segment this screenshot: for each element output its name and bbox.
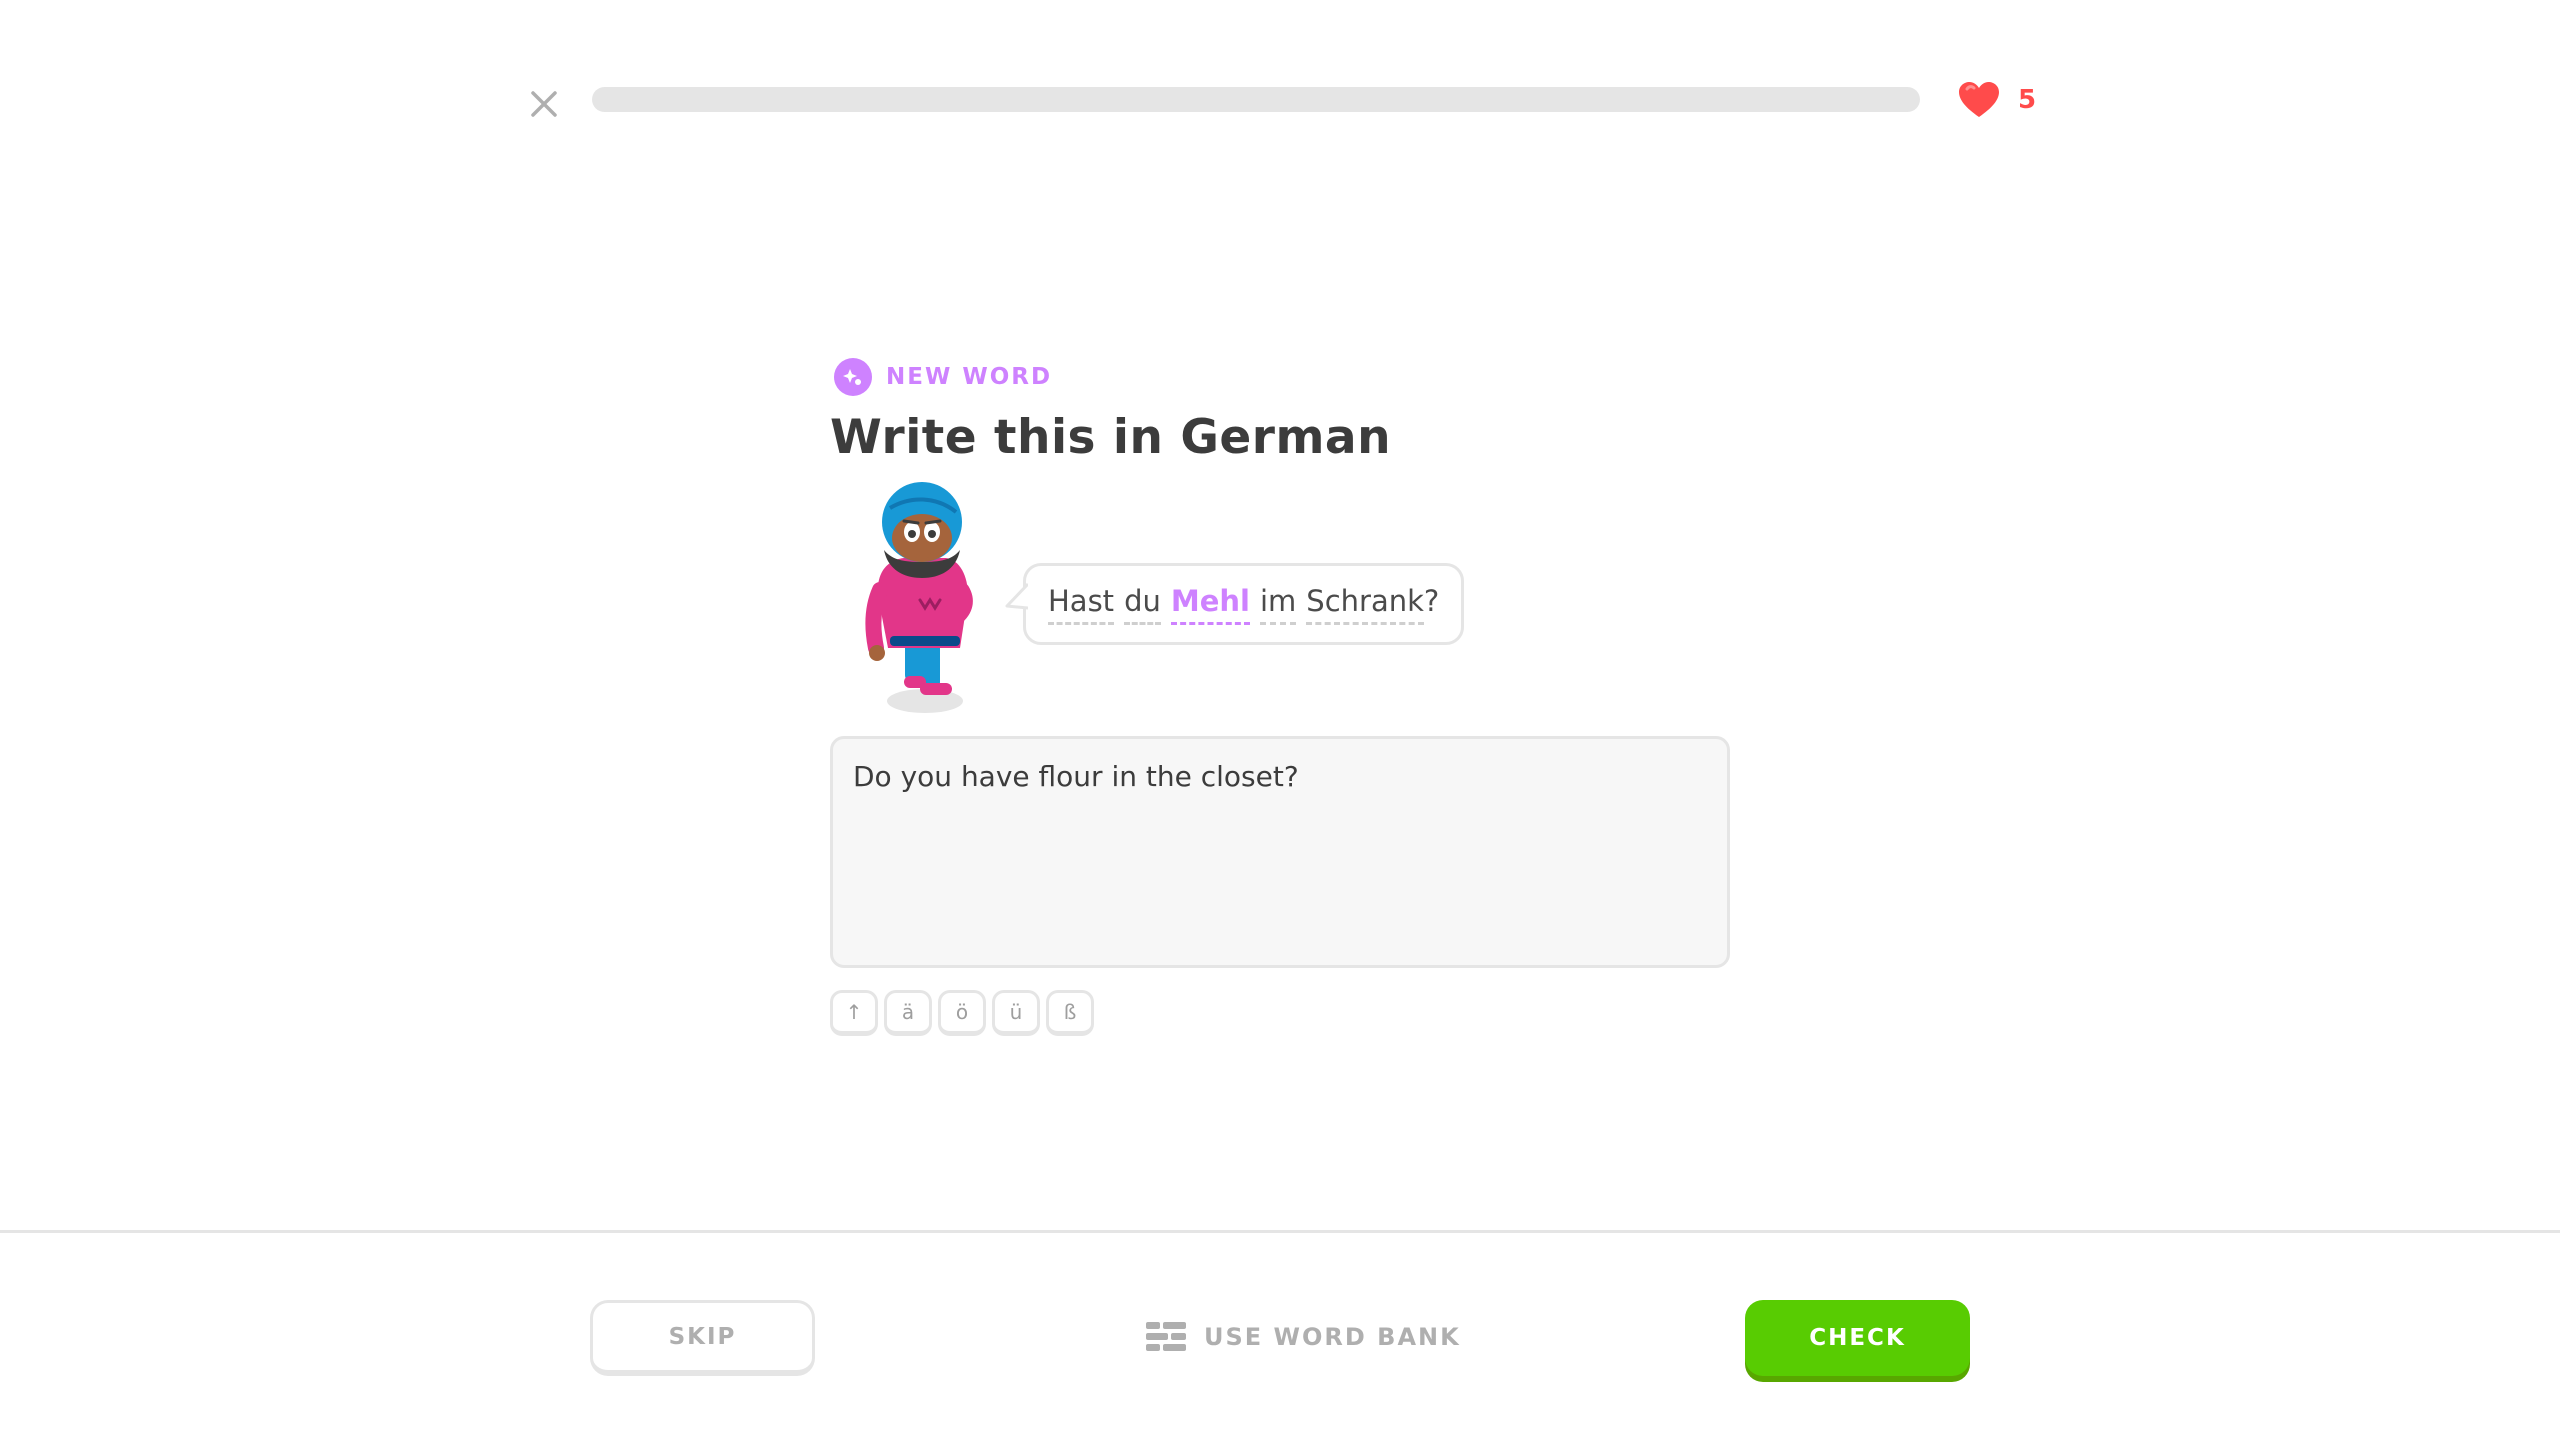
bubble-punctuation: ? (1423, 584, 1440, 618)
key-u-umlaut[interactable]: ü (992, 990, 1040, 1036)
key-o-umlaut[interactable]: ö (938, 990, 986, 1036)
close-icon (531, 91, 557, 117)
progress-bar (592, 87, 1920, 112)
bubble-word[interactable]: du (1124, 583, 1161, 625)
bubble-tail (1005, 582, 1028, 610)
bubble-word[interactable]: im (1259, 583, 1297, 625)
close-button[interactable] (522, 82, 566, 126)
key-eszett[interactable]: ß (1046, 990, 1094, 1036)
heart-icon (1959, 82, 1999, 117)
special-character-keys: ↑ ä ö ü ß (830, 990, 1100, 1036)
answer-input[interactable]: Do you have flour in the closet? (830, 736, 1730, 968)
check-button[interactable]: CHECK (1745, 1300, 1970, 1376)
bubble-word[interactable]: Hast (1048, 583, 1115, 625)
footer-divider (0, 1230, 2560, 1233)
word-bank-icon (1146, 1322, 1186, 1351)
hearts-counter[interactable]: 5 (1958, 78, 2036, 122)
key-a-umlaut[interactable]: ä (884, 990, 932, 1036)
bubble-word-new[interactable]: Mehl (1170, 583, 1250, 625)
bubble-word[interactable]: Schrank (1306, 583, 1424, 625)
new-word-icon (834, 358, 872, 396)
speech-bubble: Hast du Mehl im Schrank ? (1005, 563, 1465, 645)
lesson-header: 5 (0, 0, 2560, 200)
character-avatar (860, 478, 1000, 718)
new-word-badge: NEW WORD (834, 358, 1052, 396)
shift-key[interactable]: ↑ (830, 990, 878, 1036)
page-title: Write this in German (830, 410, 1392, 465)
use-word-bank-label: USE WORD BANK (1204, 1323, 1461, 1351)
skip-button[interactable]: SKIP (590, 1300, 815, 1376)
new-word-label: NEW WORD (886, 364, 1053, 390)
use-word-bank-button[interactable]: USE WORD BANK (1146, 1314, 1461, 1360)
hearts-count: 5 (2018, 85, 2037, 115)
